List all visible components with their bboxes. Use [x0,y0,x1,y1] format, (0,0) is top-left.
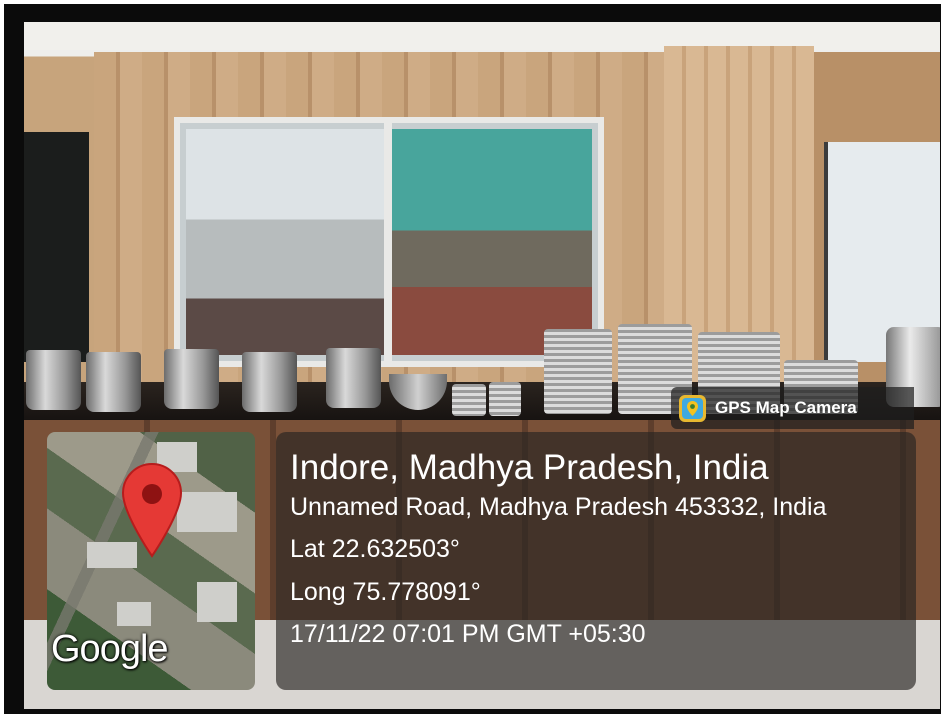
location-pin-icon [121,462,183,558]
plate-stack [452,384,486,416]
map-building [117,602,151,626]
plate-stack [489,382,521,416]
map-building [177,492,237,532]
service-window [174,117,604,367]
window-right-pane [392,129,592,355]
steel-pot [86,352,141,412]
latitude: Lat 22.632503° [290,535,460,563]
badge-label: GPS Map Camera [715,398,857,417]
map-pin-app-icon [679,395,706,422]
location-info-panel: Indore, Madhya Pradesh, India Unnamed Ro… [276,432,916,690]
map-thumbnail: Google [47,432,255,690]
gps-map-camera-badge: GPS Map Camera [671,387,914,429]
steel-pot [326,348,381,408]
window-left-pane [186,129,384,355]
menu-blackboard [24,132,89,362]
steel-pot [26,350,81,410]
window-divider [384,123,392,361]
city-line: Indore, Madhya Pradesh, India [290,448,769,487]
google-logo: Google [51,628,169,670]
map-building [197,582,237,622]
longitude: Long 75.778091° [290,578,481,606]
plate-stack [544,329,612,414]
steel-pot [242,352,297,412]
timestamp: 17/11/22 07:01 PM GMT +05:30 [290,620,646,648]
steel-pot [164,349,219,409]
address-line: Unnamed Road, Madhya Pradesh 453332, Ind… [290,493,827,521]
